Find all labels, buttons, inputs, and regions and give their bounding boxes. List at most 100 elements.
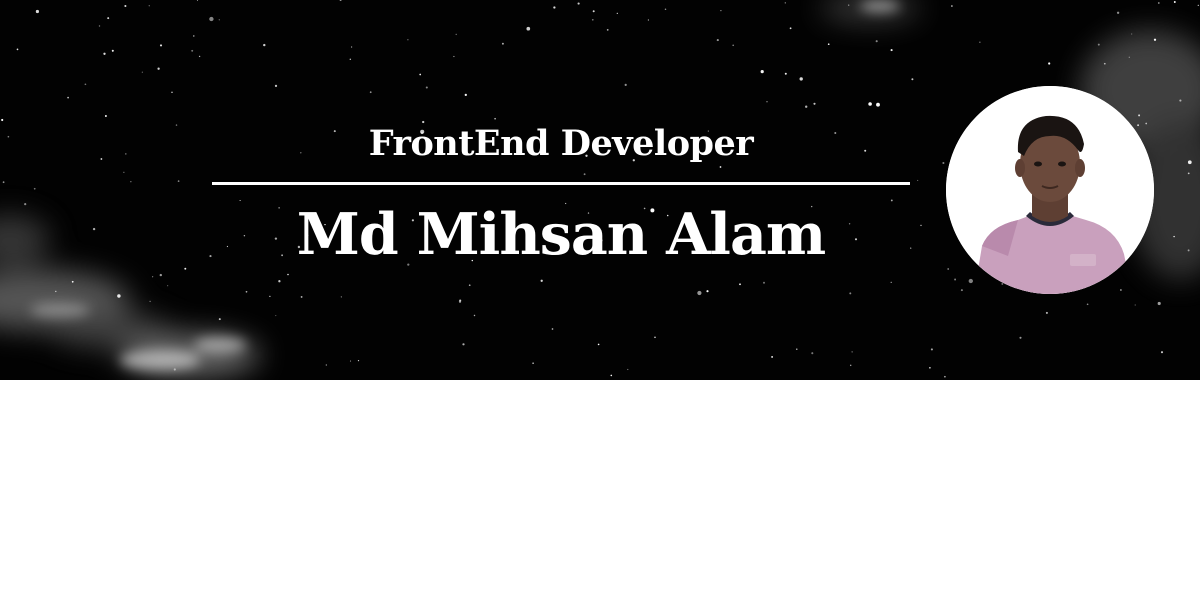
star <box>627 368 629 371</box>
star <box>1134 304 1136 306</box>
star <box>159 44 163 47</box>
star <box>458 300 462 303</box>
nebula-wisps <box>30 0 900 370</box>
star <box>67 96 69 99</box>
star <box>849 292 852 295</box>
star <box>890 281 892 283</box>
star <box>104 115 107 117</box>
star <box>191 49 194 52</box>
star <box>947 268 950 270</box>
star <box>930 348 933 351</box>
star <box>951 5 953 7</box>
star <box>350 46 353 48</box>
star <box>944 375 946 378</box>
star <box>849 364 852 367</box>
star <box>263 43 266 47</box>
star <box>868 102 872 106</box>
star <box>2 181 5 184</box>
star <box>910 247 912 249</box>
star <box>35 9 40 14</box>
star <box>464 93 467 97</box>
star <box>177 180 180 182</box>
star <box>473 314 476 317</box>
star <box>98 25 101 27</box>
star <box>152 276 154 278</box>
star <box>917 179 919 181</box>
star <box>1048 62 1051 65</box>
star <box>33 187 36 190</box>
star <box>278 280 281 283</box>
profile-photo-icon <box>946 86 1154 294</box>
star <box>453 55 455 58</box>
star <box>462 343 465 346</box>
person-name: Md Mihsan Alam <box>296 201 826 268</box>
star <box>1197 4 1199 7</box>
star <box>357 360 360 362</box>
star <box>526 26 531 31</box>
star <box>771 355 774 358</box>
star <box>300 295 303 298</box>
star <box>960 289 963 292</box>
star <box>597 343 600 346</box>
star <box>175 124 178 126</box>
star <box>1086 303 1089 306</box>
star <box>184 267 187 270</box>
star <box>111 49 114 52</box>
star <box>647 19 650 21</box>
star <box>789 27 792 30</box>
star <box>763 281 765 284</box>
star <box>468 284 471 287</box>
star <box>149 300 151 303</box>
header-banner: FrontEnd Developer Md Mihsan Alam <box>0 0 1200 380</box>
star <box>954 278 957 281</box>
star <box>117 294 121 298</box>
star <box>1045 311 1048 314</box>
star <box>784 72 787 75</box>
star <box>269 295 271 298</box>
star <box>100 158 103 160</box>
star <box>124 4 127 8</box>
star <box>7 135 10 138</box>
star <box>425 86 428 89</box>
star <box>141 71 143 73</box>
star <box>540 279 543 282</box>
star <box>218 318 221 321</box>
star <box>1187 160 1192 165</box>
star <box>911 78 914 81</box>
star <box>24 203 27 206</box>
star <box>796 348 798 350</box>
star <box>968 278 973 284</box>
star <box>616 12 618 15</box>
star <box>16 48 19 51</box>
star <box>664 8 667 10</box>
star <box>349 360 352 362</box>
star <box>606 28 609 31</box>
star <box>1173 235 1175 238</box>
star <box>577 2 580 5</box>
star <box>654 336 656 339</box>
star <box>942 161 945 165</box>
star <box>1160 351 1164 354</box>
star <box>103 52 106 55</box>
star <box>799 77 803 81</box>
star <box>848 4 850 6</box>
star <box>592 10 595 13</box>
star <box>876 102 880 107</box>
star <box>159 273 162 277</box>
star <box>218 19 220 21</box>
star <box>1116 11 1120 14</box>
star <box>766 101 768 103</box>
star <box>1120 289 1122 291</box>
star <box>125 153 127 155</box>
star <box>1001 282 1004 285</box>
star <box>551 328 554 330</box>
star <box>979 41 981 43</box>
star <box>1157 301 1161 306</box>
star <box>325 364 327 366</box>
star <box>157 67 160 70</box>
star <box>851 351 853 353</box>
star <box>1 118 4 122</box>
star <box>890 49 893 52</box>
star <box>697 290 702 296</box>
star <box>84 83 87 86</box>
